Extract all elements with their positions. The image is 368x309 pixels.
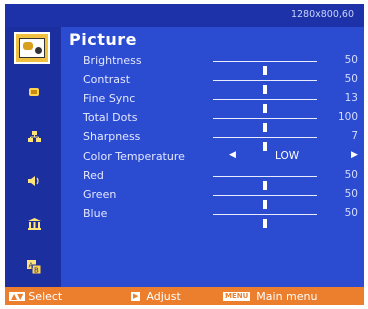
footer-select-hint: ▲▼ Select bbox=[9, 290, 62, 303]
sidebar-item-network[interactable] bbox=[27, 130, 41, 144]
row-value: 50 bbox=[344, 169, 358, 181]
row-value: 100 bbox=[337, 111, 358, 123]
menu-row-blue[interactable]: Blue 50 bbox=[83, 205, 358, 228]
menu-row-green[interactable]: Green 50 bbox=[83, 186, 358, 209]
menu-row-sharpness[interactable]: Sharpness 7 bbox=[83, 128, 358, 151]
picture-icon bbox=[19, 38, 45, 58]
menu-row-color-temperature[interactable]: Color Temperature ◀ LOW ▶ bbox=[83, 148, 358, 166]
setup-icon bbox=[27, 218, 41, 230]
row-value: 50 bbox=[344, 207, 358, 219]
slider-knob[interactable] bbox=[263, 219, 267, 228]
color-temperature-value: LOW bbox=[275, 150, 300, 162]
top-bar: 1280x800,60 bbox=[5, 4, 364, 27]
menu-row-brightness[interactable]: Brightness 50 bbox=[83, 52, 358, 75]
sidebar: AB bbox=[5, 27, 61, 287]
row-value: 50 bbox=[344, 188, 358, 200]
slider-track[interactable] bbox=[213, 80, 317, 94]
up-down-key-icon: ▲▼ bbox=[9, 292, 26, 301]
row-value: 13 bbox=[344, 92, 358, 104]
slider-track[interactable] bbox=[213, 176, 317, 190]
osd-menu: 1280x800,60 AB Picture Brightness 50 Con… bbox=[5, 4, 364, 305]
row-label: Green bbox=[83, 188, 117, 201]
adjust-label: Adjust bbox=[146, 290, 181, 303]
language-icon: AB bbox=[27, 260, 41, 274]
footer-adjust-hint: ▶ Adjust bbox=[131, 290, 181, 303]
row-label: Color Temperature bbox=[83, 150, 185, 163]
row-label: Total Dots bbox=[83, 111, 138, 124]
arrow-left-icon[interactable]: ◀ bbox=[229, 150, 236, 160]
slider-track[interactable] bbox=[213, 99, 317, 113]
resolution-readout: 1280x800,60 bbox=[290, 9, 354, 20]
row-value: 50 bbox=[344, 73, 358, 85]
sidebar-item-setup[interactable] bbox=[27, 217, 41, 231]
page-title: Picture bbox=[69, 30, 137, 49]
audio-icon bbox=[28, 176, 39, 186]
row-value: 7 bbox=[351, 130, 358, 142]
menu-row-contrast[interactable]: Contrast 50 bbox=[83, 71, 358, 94]
sidebar-item-audio[interactable] bbox=[27, 174, 41, 188]
row-value: 50 bbox=[344, 54, 358, 66]
slider-track[interactable] bbox=[213, 118, 317, 132]
slider-track[interactable] bbox=[213, 137, 317, 151]
menu-row-fine-sync[interactable]: Fine Sync 13 bbox=[83, 90, 358, 113]
network-icon bbox=[27, 131, 41, 142]
footer-main-menu-hint: MENU Main menu bbox=[223, 290, 317, 303]
menu-row-total-dots[interactable]: Total Dots 100 bbox=[83, 109, 358, 132]
slider-track[interactable] bbox=[213, 195, 317, 209]
row-label: Red bbox=[83, 169, 104, 182]
svg-text:B: B bbox=[34, 267, 39, 275]
footer-help-bar: ▲▼ Select ▶ Adjust MENU Main menu bbox=[5, 287, 364, 305]
display-icon bbox=[29, 88, 39, 96]
select-label: Select bbox=[28, 290, 63, 303]
main-menu-label: Main menu bbox=[256, 290, 318, 303]
row-label: Fine Sync bbox=[83, 92, 136, 105]
sidebar-item-language[interactable]: AB bbox=[27, 260, 41, 274]
slider-track[interactable] bbox=[213, 214, 317, 228]
right-key-icon: ▶ bbox=[131, 292, 141, 301]
menu-row-red[interactable]: Red 50 bbox=[83, 167, 358, 190]
menu-key-icon: MENU bbox=[223, 292, 251, 301]
sidebar-item-display[interactable] bbox=[27, 85, 41, 99]
row-label: Contrast bbox=[83, 73, 131, 86]
slider-track[interactable] bbox=[213, 61, 317, 75]
row-label: Brightness bbox=[83, 54, 142, 67]
row-label: Blue bbox=[83, 207, 108, 220]
svg-text:A: A bbox=[29, 262, 34, 270]
sidebar-item-picture[interactable] bbox=[14, 32, 50, 64]
row-label: Sharpness bbox=[83, 130, 141, 143]
arrow-right-icon[interactable]: ▶ bbox=[351, 150, 358, 160]
